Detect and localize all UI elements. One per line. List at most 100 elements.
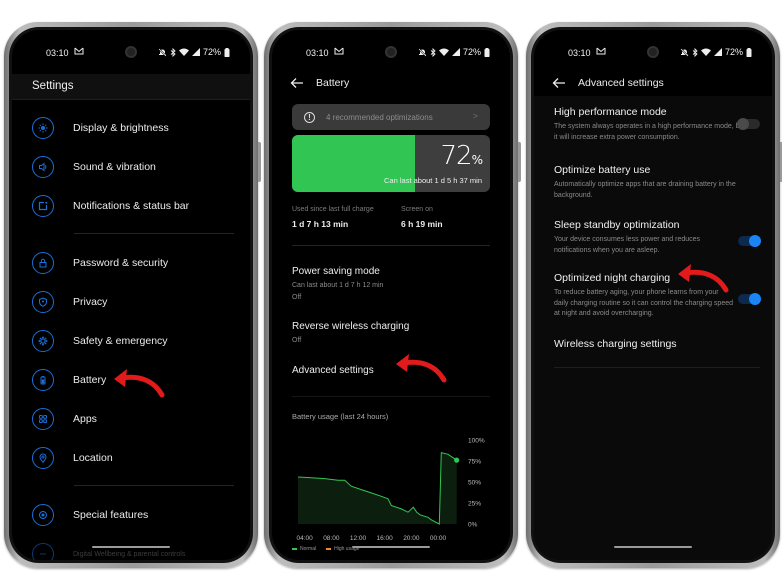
item-description: The system always operates in a high per…: [554, 123, 746, 141]
chevron-right-icon: >: [472, 111, 478, 121]
sleep-standby-optimization-item[interactable]: Sleep standby optimization Your device c…: [554, 219, 761, 256]
settings-item-notifications[interactable]: Notifications & status bar: [32, 193, 240, 219]
toggle-knob: [737, 118, 749, 130]
row-title: Power saving mode: [292, 266, 380, 277]
gmail-icon: [596, 47, 606, 57]
phone-battery: 03:10 72% Battery ! 4 recommended optimi…: [264, 22, 521, 568]
legend-swatch: [326, 547, 332, 550]
row-status: Off: [292, 294, 302, 301]
battery-icon: [746, 47, 752, 57]
home-indicator[interactable]: [614, 546, 692, 548]
status-bar: 03:10 72%: [272, 46, 510, 60]
advanced-settings-screen: 03:10 72% Advanced settings High perform…: [534, 30, 772, 560]
home-indicator[interactable]: [352, 546, 430, 548]
settings-item-apps[interactable]: Apps: [32, 406, 240, 432]
battery-icon: [32, 369, 54, 391]
divider: [74, 233, 234, 234]
settings-item-wellbeing[interactable]: Digital Wellbeing & parental controls: [32, 541, 240, 560]
x-tick-label: 04:00: [297, 535, 314, 542]
settings-item-label: Notifications & status bar: [73, 200, 190, 212]
y-tick-label: 50%: [468, 480, 481, 487]
emergency-icon: [32, 330, 54, 352]
settings-item-safety[interactable]: Safety & emergency: [32, 328, 240, 354]
y-tick-label: 25%: [468, 501, 481, 508]
settings-item-display[interactable]: Display & brightness: [32, 115, 240, 141]
status-bar: 03:10 72%: [534, 46, 772, 60]
legend-label: Normal: [300, 546, 317, 552]
special-features-icon: [32, 504, 54, 526]
optimize-battery-use-item[interactable]: Optimize battery use Automatically optim…: [554, 164, 760, 201]
settings-item-privacy[interactable]: Privacy: [32, 289, 240, 315]
bluetooth-icon: [430, 47, 436, 57]
optimized-night-charging-toggle[interactable]: [738, 293, 761, 305]
settings-item-label: Display & brightness: [73, 122, 169, 134]
stat-value: 1 d 7 h 13 min: [292, 219, 349, 229]
speaker-icon: [32, 156, 54, 178]
page-title: Battery: [316, 77, 350, 89]
settings-item-password[interactable]: Password & security: [32, 250, 240, 276]
settings-item-location[interactable]: Location: [32, 445, 240, 471]
status-bar: 03:10 72%: [12, 46, 250, 60]
x-tick-label: 00:00: [430, 535, 447, 542]
recommended-optimizations-banner[interactable]: ! 4 recommended optimizations >: [292, 104, 490, 130]
row-status: Off: [292, 337, 302, 344]
shield-icon: [32, 291, 54, 313]
settings-item-label: Privacy: [73, 296, 108, 308]
status-time: 03:10: [306, 48, 329, 58]
brightness-icon: [32, 117, 54, 139]
chart-title: Battery usage (last 24 hours): [292, 412, 389, 421]
power-saving-mode-row[interactable]: Power saving mode Can last about 1 d 7 h…: [292, 266, 490, 301]
volume-button: [518, 142, 521, 182]
high-performance-mode-toggle[interactable]: [737, 118, 760, 130]
page-title: Settings: [32, 80, 74, 92]
stat-label: Screen on: [401, 206, 433, 213]
phone-settings: 03:10 72% Settings Home screen & Lock sc…: [4, 22, 261, 568]
settings-item-label: Sound & vibration: [73, 161, 156, 173]
advanced-settings-row[interactable]: Advanced settings: [292, 365, 490, 376]
chart-current-point: [454, 457, 460, 463]
row-title: Reverse wireless charging: [292, 321, 410, 332]
divider: [554, 367, 760, 368]
front-camera: [647, 46, 659, 58]
settings-screen: 03:10 72% Settings Home screen & Lock sc…: [12, 30, 250, 560]
y-tick-label: 100%: [468, 438, 485, 445]
battery-level-card: 72% Can last about 1 d 5 h 37 min: [292, 135, 490, 192]
wireless-charging-settings-item[interactable]: Wireless charging settings: [554, 338, 760, 350]
item-description: Your device consumes less power and redu…: [554, 236, 701, 254]
battery-screen: 03:10 72% Battery ! 4 recommended optimi…: [272, 30, 510, 560]
settings-item-special-features[interactable]: Special features: [32, 502, 240, 528]
sleep-standby-optimization-toggle[interactable]: [738, 235, 761, 247]
annotation-arrow-night-charging: [678, 264, 729, 293]
back-arrow-icon[interactable]: [290, 77, 304, 89]
item-title: High performance mode: [554, 106, 667, 118]
gmail-icon: [74, 47, 84, 57]
home-indicator[interactable]: [92, 546, 170, 548]
volume-button: [258, 142, 261, 182]
back-arrow-icon[interactable]: [552, 77, 566, 89]
battery-icon: [484, 47, 490, 57]
settings-item-label: Safety & emergency: [73, 335, 168, 347]
toggle-knob: [749, 293, 761, 305]
stat-label: Used since last full charge: [292, 206, 374, 213]
battery-icon: [224, 47, 230, 57]
x-tick-label: 12:00: [350, 535, 367, 542]
alert-icon: !: [304, 111, 315, 123]
location-icon: [32, 447, 54, 469]
settings-item-label: Special features: [73, 509, 149, 521]
reverse-wireless-charging-row[interactable]: Reverse wireless charging Off: [292, 321, 490, 344]
high-performance-mode-item[interactable]: High performance mode The system always …: [554, 106, 760, 143]
divider: [292, 396, 490, 397]
item-title: Optimize battery use: [554, 164, 651, 176]
row-title: Advanced settings: [292, 365, 374, 376]
y-tick-label: 75%: [468, 459, 481, 466]
signal-icon: [713, 48, 722, 56]
y-tick-label: 0%: [468, 522, 478, 529]
chart-legend: Normal High usage: [292, 546, 359, 552]
settings-item-sound[interactable]: Sound & vibration: [32, 154, 240, 180]
notification-icon: [32, 195, 54, 217]
toggle-knob: [749, 235, 761, 247]
settings-item-label: Location: [73, 452, 113, 464]
recommended-optimizations-label: 4 recommended optimizations: [326, 112, 433, 122]
lock-icon: [32, 252, 54, 274]
legend-swatch: [292, 547, 297, 550]
